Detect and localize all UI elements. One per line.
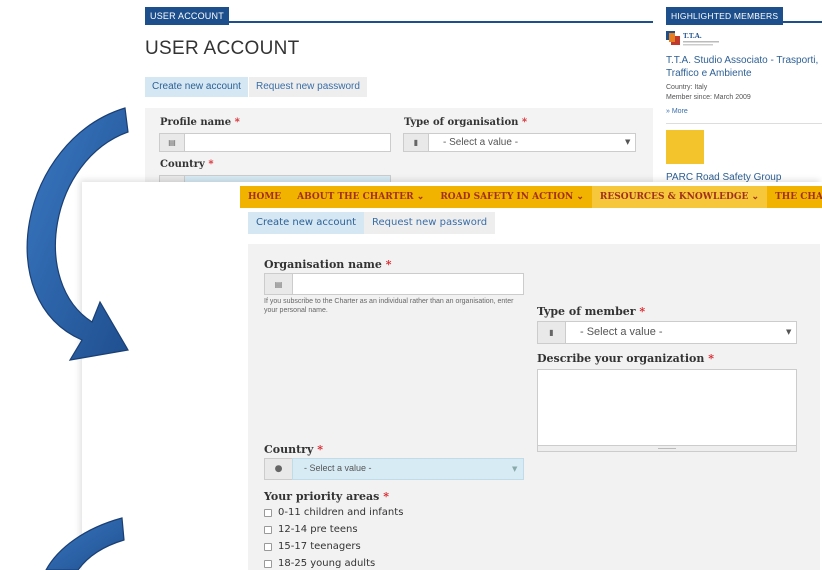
curved-arrow-partial-icon (45, 517, 125, 570)
curved-arrow-icon (26, 107, 129, 361)
annotation-arrows (26, 107, 129, 570)
